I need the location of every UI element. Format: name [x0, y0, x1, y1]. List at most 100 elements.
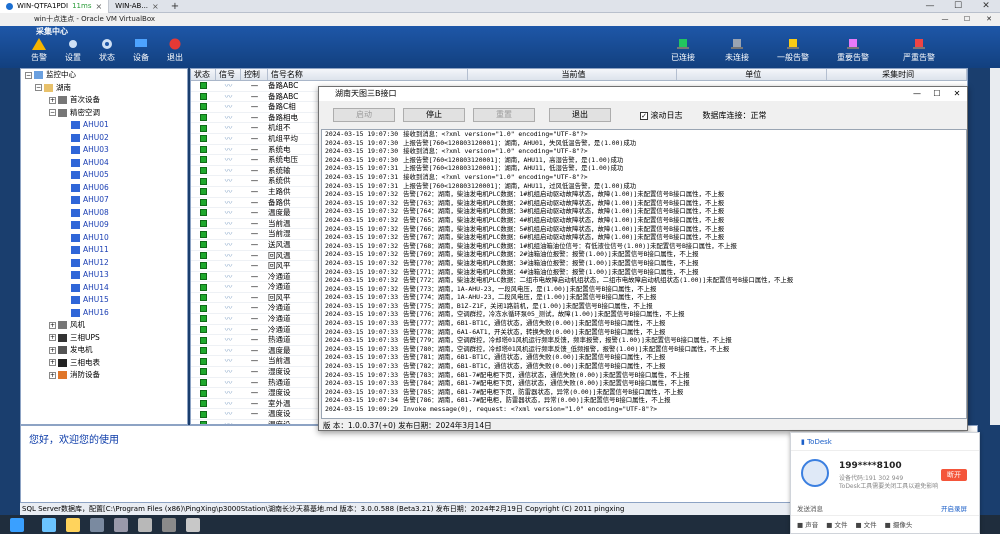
col-status[interactable]: 状态	[191, 69, 216, 80]
col-unit[interactable]: 单位	[677, 69, 828, 80]
vm-close-button[interactable]: ✕	[978, 13, 1000, 26]
log-area[interactable]: 2024-03-15 19:07:30 接收到消息：<?xml version="…	[321, 129, 967, 419]
tree-node-ac[interactable]: − 精密空调	[21, 107, 187, 120]
expand-icon[interactable]: +	[49, 359, 56, 366]
tree-node-hunan[interactable]: − 湖南	[21, 82, 187, 95]
remote-tab-1[interactable]: WIN-QTFA1PDI 11ms ×	[0, 0, 110, 13]
edge-icon[interactable]	[42, 517, 56, 532]
sound-toggle[interactable]: ■ 声音	[797, 516, 818, 533]
collapse-icon[interactable]: −	[35, 84, 42, 91]
maximize-button[interactable]: ☐	[944, 0, 972, 13]
camera-toggle[interactable]: ■ 摄像头	[885, 516, 913, 533]
status-cell	[191, 356, 216, 366]
control-cell: —	[250, 197, 259, 207]
log-time: 2024-03-15 19:07:33	[325, 379, 399, 388]
log-time: 2024-03-15 19:07:33	[325, 353, 399, 362]
status-icon	[200, 177, 207, 185]
explorer-icon[interactable]	[66, 517, 80, 532]
col-signal[interactable]: 信号	[216, 69, 241, 80]
new-tab-button[interactable]: +	[165, 1, 185, 12]
exit-dialog-button[interactable]: 退出	[549, 108, 611, 122]
expand-icon[interactable]: +	[49, 346, 56, 354]
minimize-button[interactable]: —	[916, 0, 944, 13]
close-button[interactable]: ✕	[972, 0, 1000, 13]
tree-node-power-meter[interactable]: + 三相电表	[21, 357, 187, 370]
vertical-scrollbar[interactable]	[990, 68, 1000, 425]
close-tab-icon[interactable]: ×	[152, 2, 159, 11]
tree-item-ahu[interactable]: AHU08	[21, 207, 187, 220]
tree-node-dept[interactable]: + 首次设备	[21, 94, 187, 107]
tree-item-ahu[interactable]: AHU07	[21, 194, 187, 207]
vm-minimize-button[interactable]: —	[934, 13, 956, 26]
settings-button[interactable]: 设置	[56, 38, 90, 66]
exit-button[interactable]: 退出	[158, 38, 192, 66]
col-signal-name[interactable]: 信号名称	[268, 69, 468, 80]
signal-wave-icon: 〰	[224, 123, 233, 133]
collapse-icon[interactable]: −	[25, 71, 32, 79]
app-icon[interactable]	[162, 517, 176, 532]
dialog-minimize-button[interactable]: —	[907, 87, 927, 101]
file-toggle[interactable]: ■ 文件	[826, 516, 847, 533]
tree-item-ahu[interactable]: AHU02	[21, 132, 187, 145]
alarm-button[interactable]: 告警	[22, 38, 56, 66]
expand-icon[interactable]: +	[49, 334, 56, 341]
log-message: 告警[783：湖南，6B1-7#配电柜下页，通信状态，通信失败(0.00)]未配…	[403, 370, 690, 379]
reset-button[interactable]: 重置	[473, 108, 535, 122]
expand-icon[interactable]: +	[49, 371, 56, 379]
send-message-input[interactable]: 发送消息	[797, 503, 823, 513]
tree-item-ahu[interactable]: AHU09	[21, 219, 187, 232]
vm-maximize-button[interactable]: ☐	[956, 13, 978, 26]
tree-item-ahu[interactable]: AHU14	[21, 282, 187, 295]
tree-item-ahu[interactable]: AHU05	[21, 169, 187, 182]
tree-node-ups[interactable]: + 三相UPS	[21, 332, 187, 345]
tree-item-ahu[interactable]: AHU12	[21, 257, 187, 270]
windows-icon	[6, 2, 13, 10]
tree-item-ahu[interactable]: AHU01	[21, 119, 187, 132]
ahu-icon	[71, 196, 80, 204]
close-tab-icon[interactable]: ×	[95, 2, 102, 11]
tree-item-ahu[interactable]: AHU15	[21, 294, 187, 307]
scroll-log-checkbox[interactable]: ✓ 滚动日志 数据库连接：正常	[640, 110, 767, 121]
signal-name-cell: 热通道	[268, 377, 291, 387]
tree-node-fire[interactable]: + 消防设备	[21, 369, 187, 382]
app-icon[interactable]	[138, 517, 152, 532]
record-button[interactable]: 开启录屏	[941, 503, 967, 513]
collapse-icon[interactable]: −	[49, 109, 56, 116]
tree-item-ahu[interactable]: AHU03	[21, 144, 187, 157]
dialog-close-button[interactable]: ✕	[947, 87, 967, 101]
app-icon[interactable]	[114, 517, 128, 532]
tree-node-generator[interactable]: + 发电机	[21, 344, 187, 357]
tree-node-fan[interactable]: + 风机	[21, 319, 187, 332]
checkbox-mark[interactable]: ✓	[640, 111, 648, 120]
signal-name-cell: 当前湿	[268, 229, 291, 239]
dialog-maximize-button[interactable]: ☐	[927, 87, 947, 101]
app-icon[interactable]	[90, 517, 104, 532]
disconnect-button[interactable]: 断开	[941, 469, 967, 481]
stop-button[interactable]: 停止	[403, 108, 465, 122]
tree-item-ahu[interactable]: AHU11	[21, 244, 187, 257]
tree-item-ahu[interactable]: AHU10	[21, 232, 187, 245]
col-control[interactable]: 控制	[241, 69, 268, 80]
signal-name-cell: 回风平	[268, 292, 291, 302]
col-time[interactable]: 采集时间	[827, 69, 967, 80]
tree-root[interactable]: − 监控中心	[21, 69, 187, 82]
ahu-icon	[71, 146, 80, 154]
log-line: 2024-03-15 19:07:31 上报告警[760<120803120001…	[322, 182, 966, 191]
start-button[interactable]: 启动	[333, 108, 395, 122]
tree-label: 三相电表	[70, 357, 100, 367]
tree-item-ahu[interactable]: AHU04	[21, 157, 187, 170]
start-icon[interactable]	[10, 517, 24, 532]
app-icon[interactable]	[186, 517, 200, 532]
col-current-value[interactable]: 当前值	[468, 69, 678, 80]
file2-toggle[interactable]: ■ 文件	[855, 516, 876, 533]
status-button[interactable]: 状态	[90, 38, 124, 66]
expand-icon[interactable]: +	[49, 321, 56, 329]
tree-item-ahu[interactable]: AHU16	[21, 307, 187, 320]
tree-item-ahu[interactable]: AHU06	[21, 182, 187, 195]
device-button[interactable]: 设备	[124, 38, 158, 66]
signal-wave-icon: 〰	[224, 271, 233, 281]
expand-icon[interactable]: +	[49, 96, 56, 104]
tree-item-ahu[interactable]: AHU13	[21, 269, 187, 282]
remote-tab-2[interactable]: WIN-AB... ×	[109, 0, 165, 13]
log-message: 告警[775：湖南，B1Z-Z1F，关闭1路前机，是(1.00)]未配置信号B接…	[403, 301, 653, 310]
